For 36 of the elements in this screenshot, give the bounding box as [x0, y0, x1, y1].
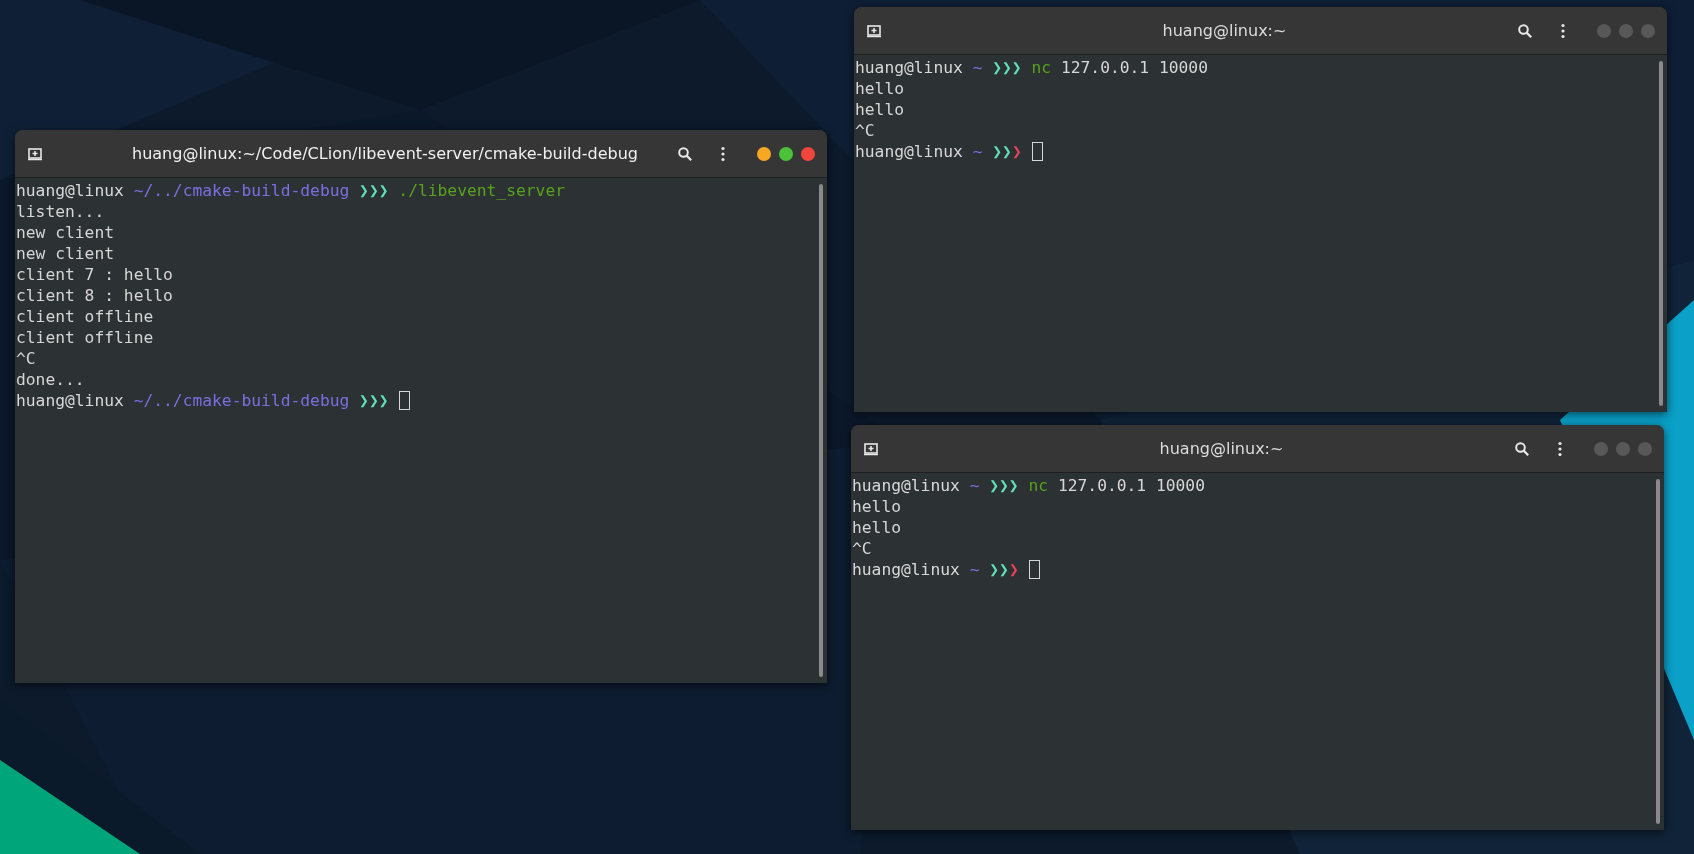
terminal-line: hello: [855, 78, 904, 99]
terminal-line: client 7 : hello: [16, 264, 173, 285]
window-title: huang@linux:~: [1161, 21, 1288, 40]
scrollbar[interactable]: [1656, 479, 1660, 824]
window-title: huang@linux:~: [1158, 439, 1285, 458]
terminal-line: new client: [16, 222, 115, 243]
terminal-line: ^C: [16, 348, 36, 369]
terminal-line: new client: [16, 243, 115, 264]
terminal-line: hello: [852, 496, 901, 517]
terminal-line: hello: [852, 517, 901, 538]
terminal-line: huang@linux ~/../cmake-build-debug ❯❯❯: [16, 390, 389, 411]
terminal-line: listen...: [16, 201, 105, 222]
window-title: huang@linux:~/Code/CLion/libevent-server/cmake-build-debug: [131, 144, 639, 163]
terminal-line: huang@linux ~ ❯❯❯ nc 127.0.0.1 10000: [855, 57, 1208, 78]
search-icon[interactable]: [677, 145, 693, 162]
search-icon[interactable]: [1517, 22, 1533, 39]
terminal-line: ^C: [855, 120, 875, 141]
terminal-line: hello: [855, 99, 904, 120]
terminal-line: huang@linux ~ ❯❯❯ nc 127.0.0.1 10000: [852, 475, 1205, 496]
minimize-button[interactable]: [757, 146, 771, 161]
scrollbar[interactable]: [1659, 61, 1663, 406]
terminal-line: huang@linux ~/../cmake-build-debug ❯❯❯ ./libevent_server: [16, 180, 565, 201]
terminal-line: client offline: [16, 327, 154, 348]
terminal-line: client 8 : hello: [16, 285, 173, 306]
close-button[interactable]: [801, 146, 815, 161]
terminal-line: client offline: [16, 306, 154, 327]
terminal-line: huang@linux ~ ❯❯❯: [855, 141, 1022, 162]
terminal-line: done...: [16, 369, 85, 390]
new-tab-icon: [27, 145, 43, 162]
new-tab-icon: [866, 22, 882, 39]
terminal-line: ^C: [852, 538, 872, 559]
scrollbar[interactable]: [819, 184, 823, 677]
search-icon[interactable]: [1514, 440, 1530, 457]
maximize-button[interactable]: [779, 146, 793, 161]
terminal-line: huang@linux ~ ❯❯❯: [852, 559, 1019, 580]
new-tab-icon: [863, 440, 879, 457]
